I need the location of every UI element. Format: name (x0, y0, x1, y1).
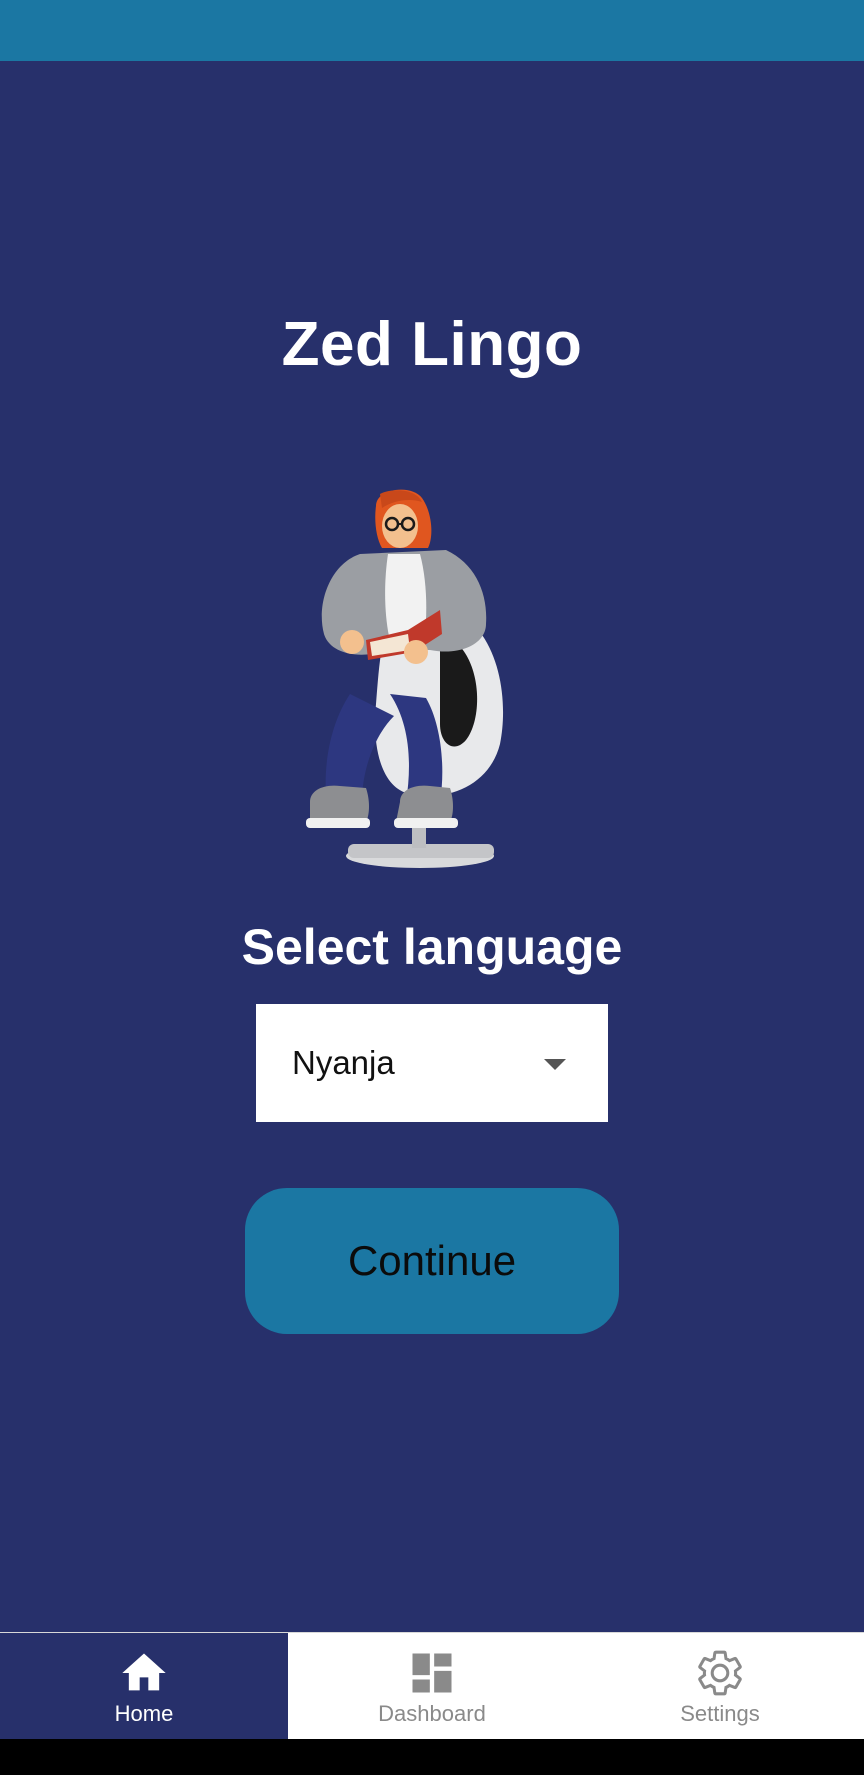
dashboard-icon (412, 1653, 452, 1693)
status-bar (0, 0, 864, 61)
bottom-navigation: Home Dashboard Settings (0, 1632, 864, 1740)
home-icon (122, 1653, 166, 1691)
nav-label-home: Home (114, 1701, 174, 1726)
chevron-down-icon (544, 1059, 566, 1070)
system-navigation-bar (0, 1739, 864, 1775)
nav-item-home[interactable]: Home (0, 1633, 288, 1740)
nav-item-dashboard[interactable]: Dashboard (288, 1633, 576, 1740)
language-select-value: Nyanja (292, 1044, 395, 1081)
continue-button[interactable]: Continue (245, 1188, 619, 1334)
gear-icon (698, 1650, 742, 1696)
language-select[interactable]: Nyanja (256, 1004, 608, 1122)
select-language-heading: Select language (241, 919, 623, 975)
nav-label-dashboard: Dashboard (378, 1701, 486, 1726)
reading-person-illustration (306, 489, 504, 868)
app-title: Zed Lingo (281, 310, 583, 379)
nav-item-settings[interactable]: Settings (576, 1633, 864, 1740)
nav-label-settings: Settings (680, 1701, 760, 1726)
